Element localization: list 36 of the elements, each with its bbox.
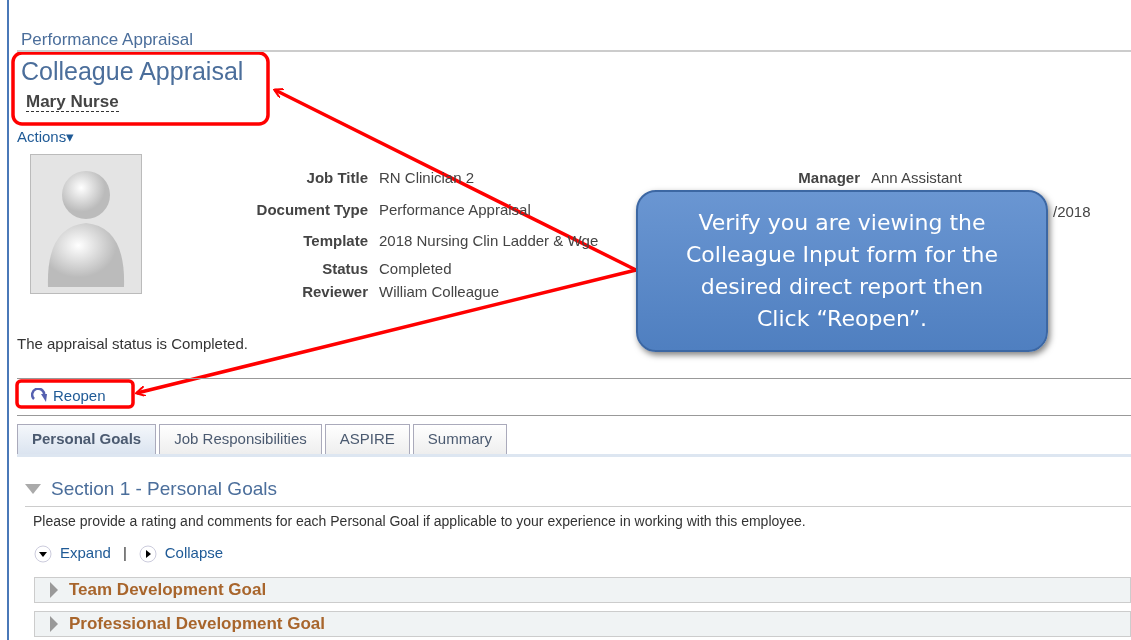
collapse-icon[interactable]: [138, 544, 157, 563]
instruction-text: Please provide a rating and comments for each Personal Goal if applicable to your experience in working with this employee.: [33, 513, 806, 530]
field-value: Completed: [379, 259, 453, 279]
section-title: Section 1 - Personal Goals: [51, 476, 277, 501]
field-value: Ann Assistant: [871, 167, 963, 188]
field-label: Document Type: [255, 200, 368, 220]
tab[interactable]: Summary: [412, 424, 507, 454]
field-label: Reviewer: [301, 281, 368, 302]
triangle-icon[interactable]: [49, 581, 59, 598]
tab[interactable]: Personal Goals: [17, 424, 157, 454]
field-label: Status: [321, 259, 368, 279]
callout-box: Verify you are viewing the Colleague Input form for the desired direct report then Click “Reopen”.: [636, 190, 1048, 352]
tab[interactable]: Job Responsibilities: [159, 424, 322, 454]
field-value: William Colleague: [379, 281, 501, 302]
actions-menu[interactable]: Actions▾: [17, 127, 75, 146]
field-value: /2018: [1053, 202, 1091, 222]
expand-icon[interactable]: [34, 544, 52, 563]
goal-header[interactable]: Team Development Goal: [34, 576, 1131, 603]
reopen-button[interactable]: Reopen: [31, 384, 106, 407]
reopen-icon: [31, 387, 49, 404]
goal-header[interactable]: Professional Development Goal: [34, 610, 1131, 637]
expand-link[interactable]: Expand: [60, 542, 111, 565]
field-label: Template: [302, 230, 368, 251]
tab[interactable]: ASPIRE: [324, 424, 410, 454]
field-label: Job Title: [305, 167, 368, 188]
breadcrumb-link[interactable]: Performance Appraisal: [21, 30, 193, 49]
goal-title: Team Development Goal: [69, 579, 267, 601]
separator: |: [122, 543, 127, 564]
page-title: Colleague Appraisal: [20, 56, 245, 86]
goal-title: Professional Development Goal: [69, 613, 325, 635]
triangle-icon[interactable]: [25, 484, 41, 494]
collapse-link[interactable]: Collapse: [164, 542, 224, 565]
status-message: The appraisal status is Completed.: [17, 335, 248, 352]
employee-name[interactable]: Mary Nurse: [26, 92, 119, 112]
triangle-icon[interactable]: [49, 615, 59, 632]
field-label: Manager: [798, 167, 860, 188]
